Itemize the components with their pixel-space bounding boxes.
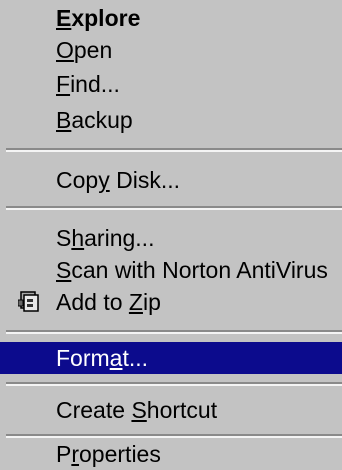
- menu-item-scan-norton-antivirus[interactable]: Scan with Norton AntiVirus: [0, 254, 342, 286]
- menu-item-find[interactable]: Find...: [0, 68, 342, 100]
- menu-item-explore[interactable]: Explore: [0, 2, 342, 34]
- menu-item-create-shortcut[interactable]: Create Shortcut: [0, 394, 342, 426]
- menu-separator: [6, 382, 342, 386]
- menu-separator: [6, 148, 342, 152]
- menu-item-copy-disk[interactable]: Copy Disk...: [0, 164, 342, 196]
- menu-item-sharing[interactable]: Sharing...: [0, 222, 342, 254]
- context-menu: Explore Open Find... Backup Copy Disk...…: [0, 0, 342, 470]
- winzip-icon: [18, 291, 39, 312]
- menu-item-properties[interactable]: Properties: [0, 438, 342, 470]
- menu-item-add-to-zip[interactable]: Add to Zip: [0, 286, 342, 318]
- menu-item-open[interactable]: Open: [0, 34, 342, 66]
- menu-separator: [6, 330, 342, 334]
- menu-separator: [6, 206, 342, 210]
- menu-item-backup[interactable]: Backup: [0, 104, 342, 136]
- menu-item-format[interactable]: Format...: [0, 342, 342, 374]
